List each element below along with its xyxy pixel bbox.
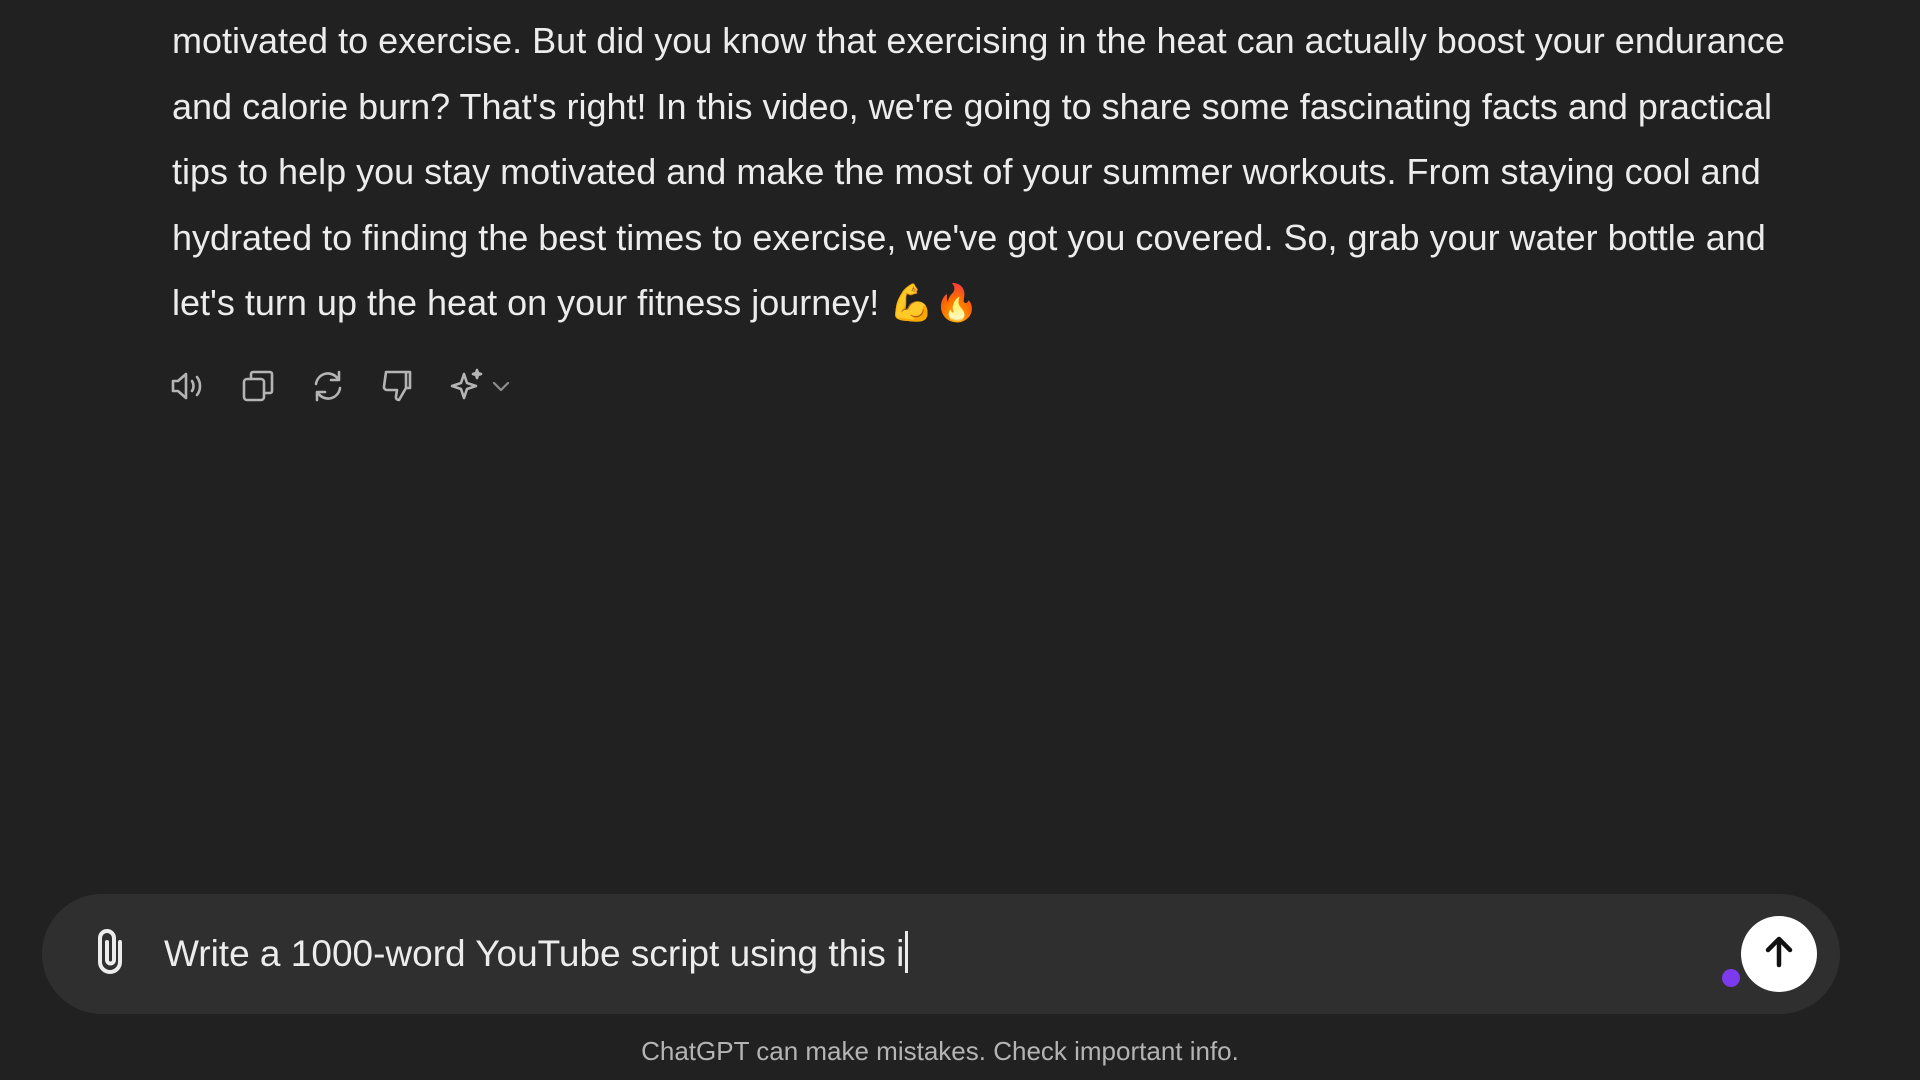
message-input[interactable]: Write a 1000-word YouTube script using t… bbox=[164, 924, 1664, 984]
bad-response-button[interactable] bbox=[376, 366, 420, 410]
arrow-up-icon bbox=[1759, 932, 1799, 977]
chat-page: motivated to exercise. But did you know … bbox=[0, 0, 1920, 1080]
regenerate-icon bbox=[308, 366, 348, 411]
assistant-message-text: motivated to exercise. But did you know … bbox=[172, 20, 1785, 323]
message-composer: Write a 1000-word YouTube script using t… bbox=[42, 894, 1840, 1014]
send-button[interactable] bbox=[1741, 916, 1817, 992]
change-model-button[interactable] bbox=[446, 366, 512, 410]
message-input-value: Write a 1000-word YouTube script using t… bbox=[164, 933, 905, 974]
copy-button[interactable] bbox=[236, 366, 280, 410]
chevron-down-icon bbox=[486, 375, 512, 402]
attach-button[interactable] bbox=[82, 924, 142, 984]
assistant-message: motivated to exercise. But did you know … bbox=[172, 8, 1812, 336]
speaker-icon bbox=[168, 366, 208, 411]
read-aloud-button[interactable] bbox=[166, 366, 210, 410]
disclaimer-text: ChatGPT can make mistakes. Check importa… bbox=[641, 1036, 1239, 1066]
paperclip-icon bbox=[90, 926, 134, 983]
voice-indicator bbox=[1722, 969, 1740, 987]
thumbs-down-icon bbox=[378, 366, 418, 411]
message-actions bbox=[166, 366, 512, 410]
regenerate-button[interactable] bbox=[306, 366, 350, 410]
sparkle-icon bbox=[446, 366, 486, 411]
copy-icon bbox=[238, 366, 278, 411]
text-caret bbox=[905, 931, 909, 973]
